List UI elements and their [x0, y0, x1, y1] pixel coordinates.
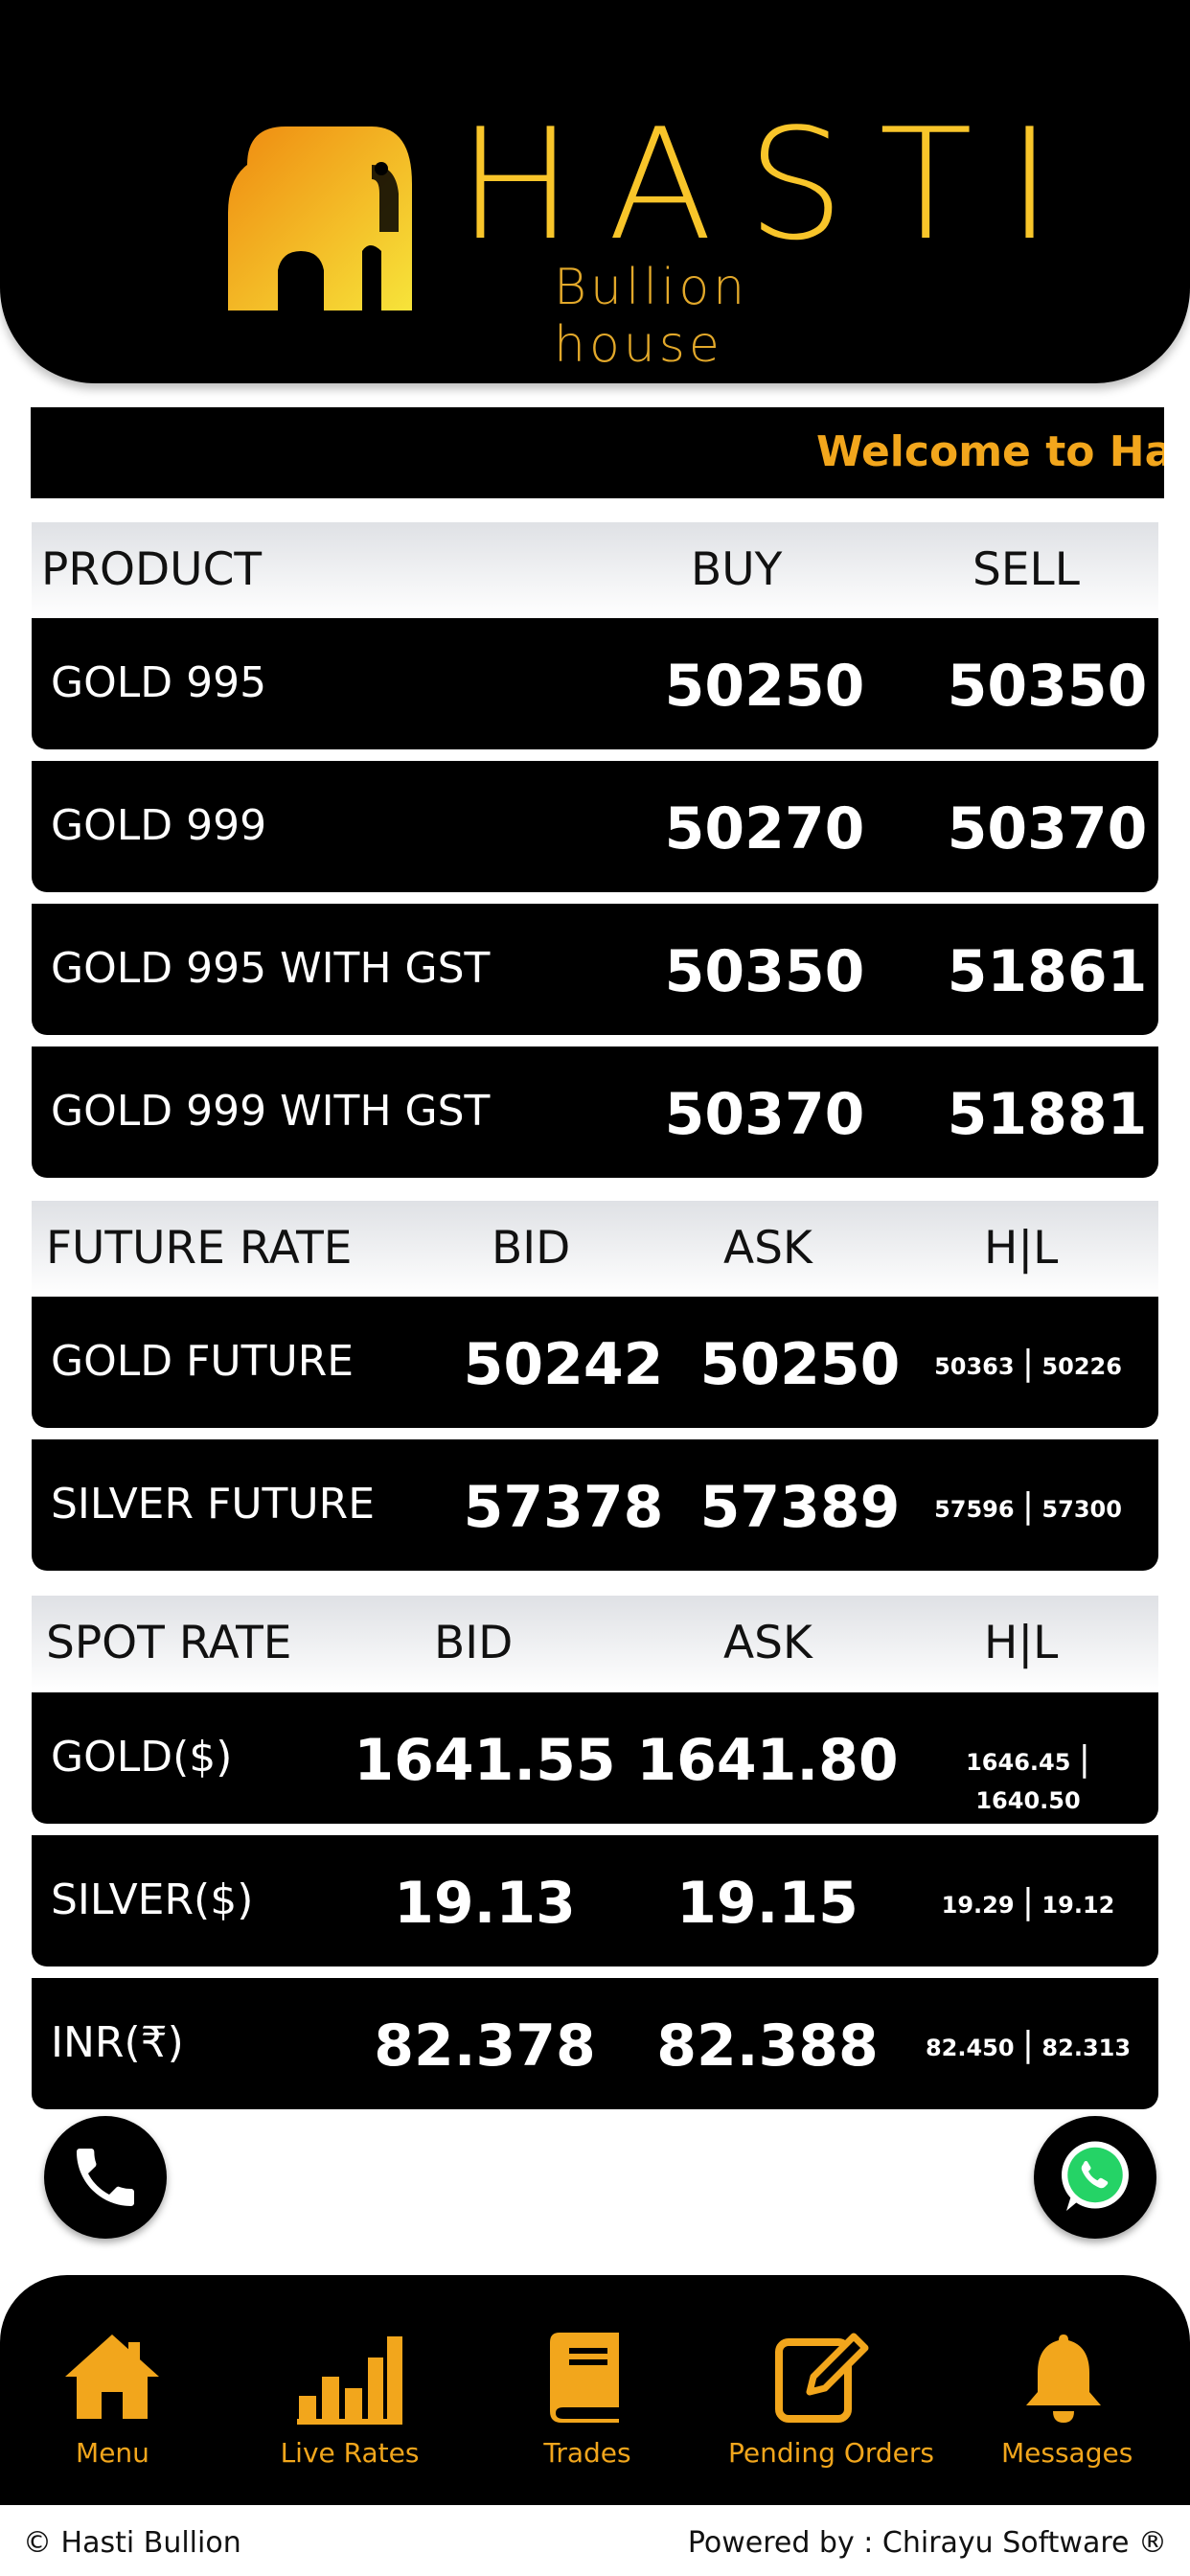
spot-bid: 82.378	[374, 2012, 596, 2080]
marquee-text: Welcome to Hasti	[816, 427, 1164, 476]
hl-separator: |	[1021, 1486, 1035, 1526]
product-name: GOLD 995	[51, 658, 267, 707]
spot-high: 82.450	[925, 2035, 1015, 2061]
spot-low: 19.12	[1041, 1892, 1115, 1919]
future-high-low: 57596 | 57300	[913, 1487, 1143, 1529]
product-row-gold-995-gst: GOLD 995 WITH GST 50350 51861	[32, 904, 1158, 1035]
spot-bid: 1641.55	[354, 1727, 616, 1794]
product-name: GOLD 995 WITH GST	[51, 944, 491, 993]
hl-separator: |	[1078, 1739, 1090, 1779]
buy-price: 50370	[664, 1081, 865, 1148]
elephant-logo-icon	[228, 126, 412, 310]
spot-ask: 82.388	[656, 2012, 879, 2080]
nav-item-menu[interactable]: Menu	[48, 2275, 177, 2505]
spot-high-low: 1646.45 | 1640.50	[913, 1740, 1143, 1820]
spot-high-low: 19.29 | 19.12	[913, 1883, 1143, 1924]
nav-item-messages[interactable]: Messages	[1001, 2275, 1133, 2505]
spot-row-inr: INR(₹) 82.378 82.388 82.450 | 82.313	[32, 1978, 1158, 2109]
bar-chart-icon	[297, 2336, 402, 2425]
future-low: 50226	[1041, 1353, 1122, 1380]
nav-label-messages: Messages	[1001, 2437, 1133, 2469]
footer-powered-by: Powered by : Chirayu Software ®	[687, 2526, 1167, 2560]
sell-price: 51861	[947, 938, 1148, 1005]
call-button[interactable]	[44, 2116, 167, 2239]
hl-separator: |	[1021, 2025, 1035, 2064]
home-icon	[65, 2334, 159, 2419]
sell-price: 50370	[947, 795, 1148, 862]
future-bid-header: BID	[492, 1222, 571, 1275]
brand-title: HASTI	[458, 95, 1087, 274]
nav-label-trades: Trades	[543, 2437, 631, 2469]
buy-price: 50270	[664, 795, 865, 862]
footer-copyright: © Hasti Bullion	[23, 2526, 241, 2560]
spot-ask: 1641.80	[636, 1727, 899, 1794]
whatsapp-button[interactable]	[1034, 2116, 1156, 2239]
buy-price: 50250	[664, 653, 865, 720]
sell-price: 50350	[947, 653, 1148, 720]
spot-name: SILVER($)	[51, 1875, 254, 1924]
product-header-label: PRODUCT	[41, 543, 263, 596]
bottom-nav: Menu Live Rates Trades Pending Orders Me…	[0, 2275, 1190, 2505]
future-table-header: FUTURE RATE BID ASK H|L	[32, 1201, 1158, 1297]
whatsapp-icon	[1062, 2141, 1129, 2211]
nav-label-menu: Menu	[76, 2437, 149, 2469]
future-row-silver: SILVER FUTURE 57378 57389 57596 | 57300	[32, 1439, 1158, 1571]
future-hl-header: H|L	[984, 1222, 1059, 1275]
app-header: HASTI Bullion house	[0, 0, 1190, 383]
welcome-marquee: Welcome to Hasti	[31, 407, 1164, 498]
nav-label-pending-orders: Pending Orders	[728, 2437, 934, 2469]
future-ask: 50250	[699, 1331, 901, 1398]
sell-header-label: SELL	[973, 543, 1080, 596]
spot-table-header: SPOT RATE BID ASK H|L	[32, 1596, 1158, 1691]
future-name: GOLD FUTURE	[51, 1337, 355, 1386]
future-high: 57596	[934, 1496, 1015, 1523]
product-name: GOLD 999 WITH GST	[51, 1087, 491, 1136]
nav-item-live-rates[interactable]: Live Rates	[278, 2275, 422, 2505]
book-icon	[550, 2333, 619, 2423]
spot-high: 19.29	[941, 1892, 1015, 1919]
product-row-gold-999-gst: GOLD 999 WITH GST 50370 51881	[32, 1046, 1158, 1178]
future-ask-header: ASK	[723, 1222, 812, 1275]
future-ask: 57389	[699, 1474, 901, 1541]
future-name: SILVER FUTURE	[51, 1480, 376, 1529]
edit-icon	[775, 2333, 869, 2423]
brand-subtitle: Bullion house	[554, 259, 749, 374]
nav-label-live-rates: Live Rates	[280, 2437, 420, 2469]
spot-row-silver: SILVER($) 19.13 19.15 19.29 | 19.12	[32, 1835, 1158, 1966]
product-row-gold-995: GOLD 995 50250 50350	[32, 618, 1158, 749]
spot-bid: 19.13	[394, 1870, 576, 1937]
buy-price: 50350	[664, 938, 865, 1005]
hl-separator: |	[1021, 1882, 1035, 1921]
phone-icon	[77, 2149, 134, 2206]
spot-ask: 19.15	[676, 1870, 858, 1937]
future-high: 50363	[934, 1353, 1015, 1380]
product-table-header: PRODUCT BUY SELL	[32, 522, 1158, 618]
spot-low: 1640.50	[975, 1787, 1081, 1814]
product-row-gold-999: GOLD 999 50270 50370	[32, 761, 1158, 892]
bell-icon	[1026, 2334, 1101, 2423]
future-header-title: FUTURE RATE	[46, 1222, 353, 1275]
spot-ask-header: ASK	[723, 1617, 812, 1669]
buy-header-label: BUY	[691, 543, 783, 596]
hl-separator: |	[1021, 1344, 1035, 1383]
future-high-low: 50363 | 50226	[913, 1345, 1143, 1386]
product-name: GOLD 999	[51, 801, 267, 850]
spot-row-gold: GOLD($) 1641.55 1641.80 1646.45 | 1640.5…	[32, 1692, 1158, 1824]
sell-price: 51881	[947, 1081, 1148, 1148]
nav-item-trades[interactable]: Trades	[530, 2275, 645, 2505]
nav-item-pending-orders[interactable]: Pending Orders	[728, 2275, 934, 2505]
future-row-gold: GOLD FUTURE 50242 50250 50363 | 50226	[32, 1297, 1158, 1428]
spot-hl-header: H|L	[984, 1617, 1059, 1669]
spot-high-low: 82.450 | 82.313	[913, 2026, 1143, 2067]
spot-name: INR(₹)	[51, 2018, 184, 2067]
spot-bid-header: BID	[434, 1617, 514, 1669]
future-low: 57300	[1041, 1496, 1122, 1523]
spot-low: 82.313	[1041, 2035, 1132, 2061]
spot-high: 1646.45	[966, 1749, 1071, 1776]
spot-header-title: SPOT RATE	[46, 1617, 292, 1669]
spot-name: GOLD($)	[51, 1733, 233, 1782]
